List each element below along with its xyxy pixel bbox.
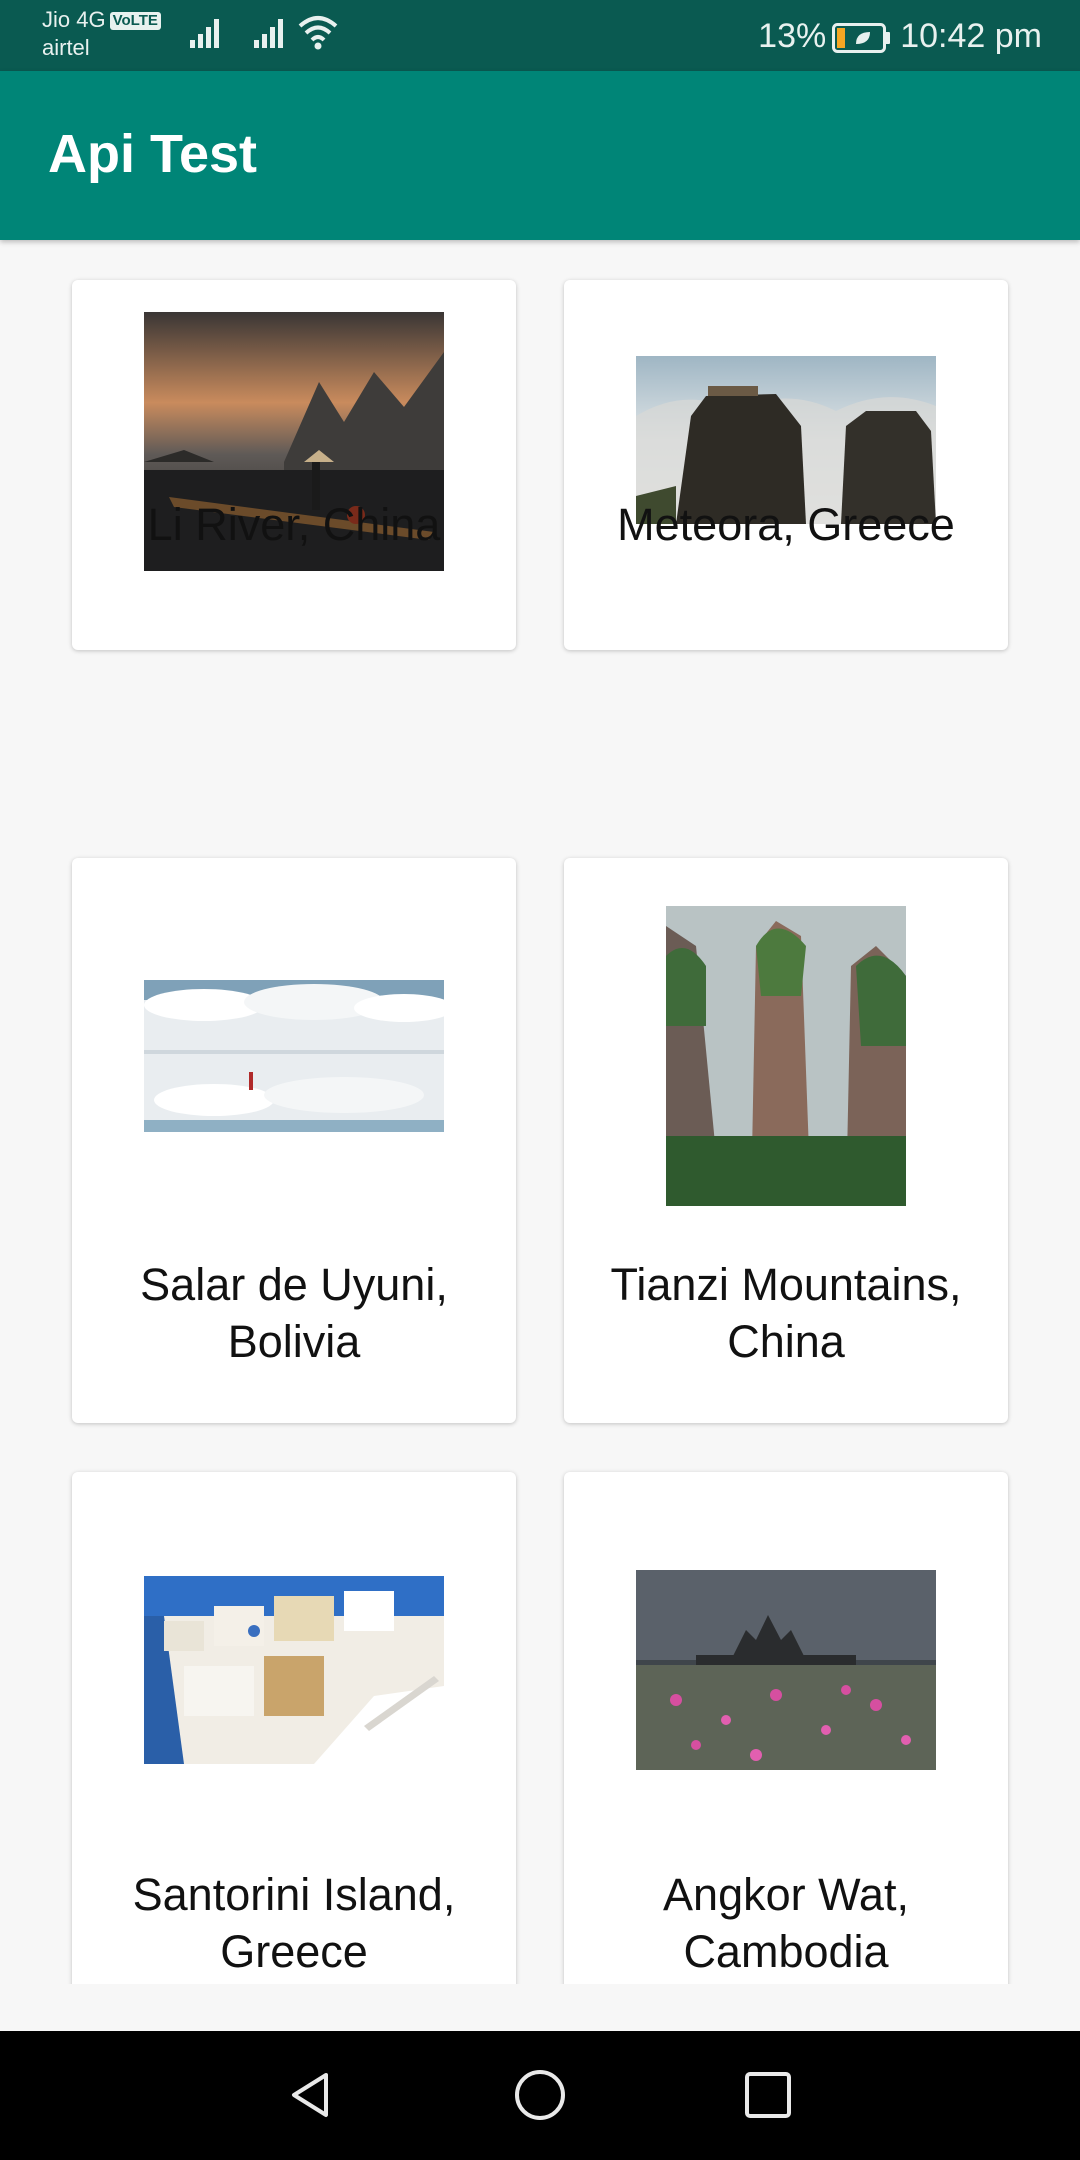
app-bar: Api Test xyxy=(0,71,1080,240)
place-image xyxy=(636,1570,936,1770)
place-card[interactable]: Angkor Wat, Cambodia xyxy=(564,1472,1008,1984)
place-name-line: Bolivia xyxy=(227,1316,361,1367)
status-right: 13% 10:42 pm xyxy=(758,14,1042,58)
battery-icon xyxy=(832,23,891,54)
place-name: Meteora, Greece xyxy=(617,499,955,550)
battery-percent: 13% xyxy=(758,17,827,55)
place-image xyxy=(666,906,906,1206)
place-image xyxy=(144,1576,444,1764)
wifi-icon xyxy=(298,16,338,50)
place-name-line: Greece xyxy=(220,1926,368,1977)
back-icon[interactable] xyxy=(282,2067,338,2123)
page-title: Api Test xyxy=(48,124,258,184)
recents-icon[interactable] xyxy=(740,2067,796,2123)
home-icon[interactable] xyxy=(512,2067,568,2123)
place-card[interactable]: Li River, China xyxy=(72,280,516,650)
carrier-info: Jio 4G VoLTE airtel xyxy=(42,6,161,62)
place-card[interactable]: Tianzi Mountains, China xyxy=(564,858,1008,1423)
place-image xyxy=(144,980,444,1132)
place-name: Angkor Wat, Cambodia xyxy=(564,1866,1008,1980)
navigation-bar xyxy=(0,2031,1080,2160)
place-name-line: Santorini Island, xyxy=(132,1869,456,1920)
place-name-line: Cambodia xyxy=(683,1926,889,1977)
status-bar: Jio 4G VoLTE airtel 13% 10:42 pm xyxy=(0,0,1080,71)
place-name-line: Angkor Wat, xyxy=(663,1869,909,1920)
carrier-primary: Jio 4G xyxy=(42,7,106,32)
volte-badge: VoLTE xyxy=(109,12,161,30)
signal-icon xyxy=(190,19,219,48)
place-card[interactable]: Santorini Island, Greece xyxy=(72,1472,516,1984)
place-card[interactable]: Salar de Uyuni, Bolivia xyxy=(72,858,516,1423)
carrier-secondary: airtel xyxy=(42,35,90,60)
place-name: Santorini Island, Greece xyxy=(72,1866,516,1980)
places-grid[interactable]: Li River, China Meteora, Greece Salar de… xyxy=(0,240,1080,1984)
place-name: Salar de Uyuni, Bolivia xyxy=(72,1256,516,1370)
place-name: Tianzi Mountains, China xyxy=(564,1256,1008,1370)
clock: 10:42 pm xyxy=(900,17,1042,55)
place-name-line: China xyxy=(727,1316,845,1367)
place-name-line: Salar de Uyuni, xyxy=(140,1259,448,1310)
place-name-line: Tianzi Mountains, xyxy=(610,1259,962,1310)
place-card[interactable]: Meteora, Greece xyxy=(564,280,1008,650)
place-name: Li River, China xyxy=(147,499,441,550)
signal-icon xyxy=(254,19,283,48)
